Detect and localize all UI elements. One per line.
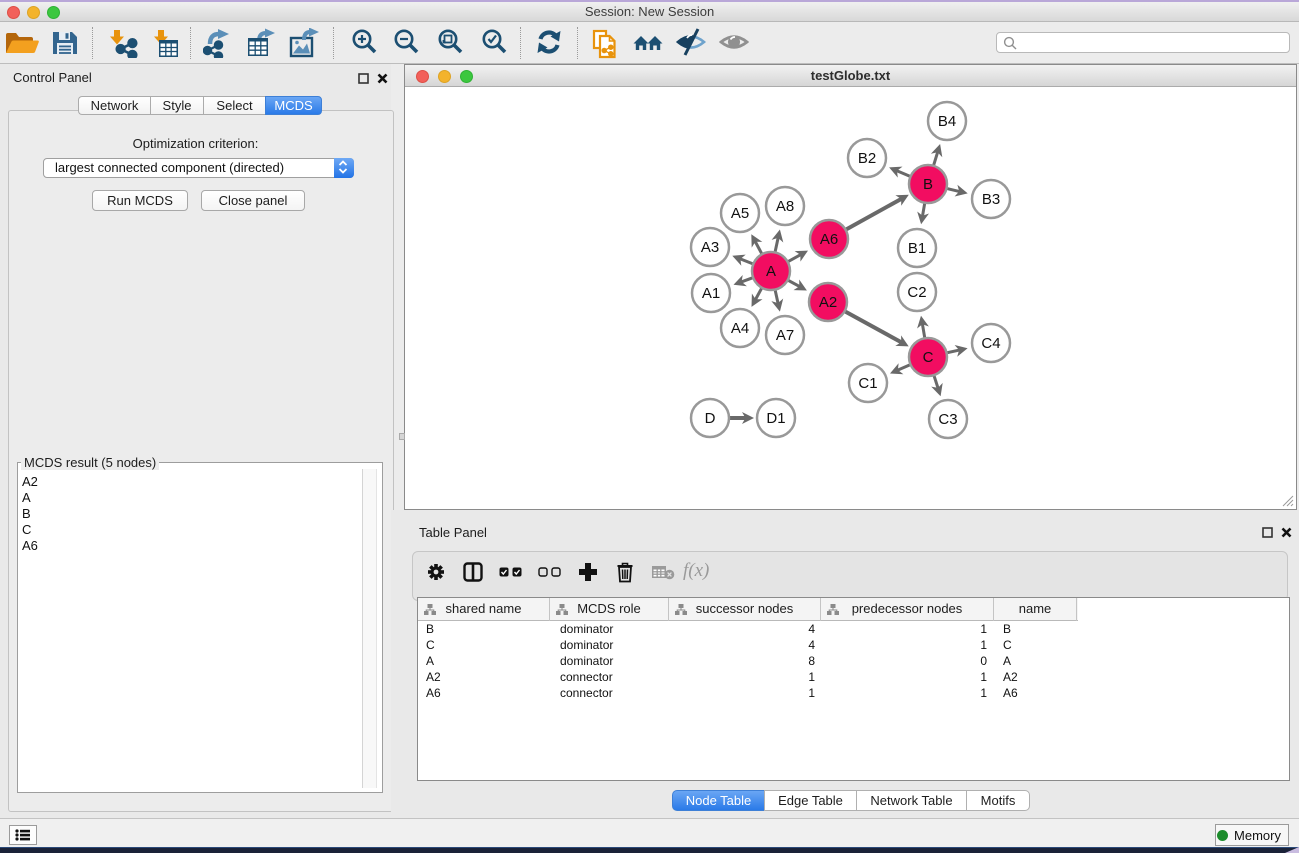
svg-text:D1: D1 xyxy=(766,410,785,427)
svg-text:A1: A1 xyxy=(702,285,720,302)
svg-text:B: B xyxy=(923,176,933,193)
svg-text:C3: C3 xyxy=(938,411,957,428)
svg-text:A2: A2 xyxy=(819,294,837,311)
svg-text:B1: B1 xyxy=(908,240,926,257)
svg-text:A6: A6 xyxy=(820,231,838,248)
svg-text:C2: C2 xyxy=(907,284,926,301)
svg-text:A8: A8 xyxy=(776,198,794,215)
svg-text:C1: C1 xyxy=(858,375,877,392)
svg-text:C: C xyxy=(923,349,934,366)
svg-text:D: D xyxy=(705,410,716,427)
svg-text:A5: A5 xyxy=(731,205,749,222)
svg-text:C4: C4 xyxy=(981,335,1000,352)
svg-text:A7: A7 xyxy=(776,327,794,344)
svg-text:A: A xyxy=(766,263,776,280)
svg-text:B2: B2 xyxy=(858,150,876,167)
svg-text:A4: A4 xyxy=(731,320,749,337)
svg-text:B4: B4 xyxy=(938,113,956,130)
svg-text:A3: A3 xyxy=(701,239,719,256)
svg-text:B3: B3 xyxy=(982,191,1000,208)
